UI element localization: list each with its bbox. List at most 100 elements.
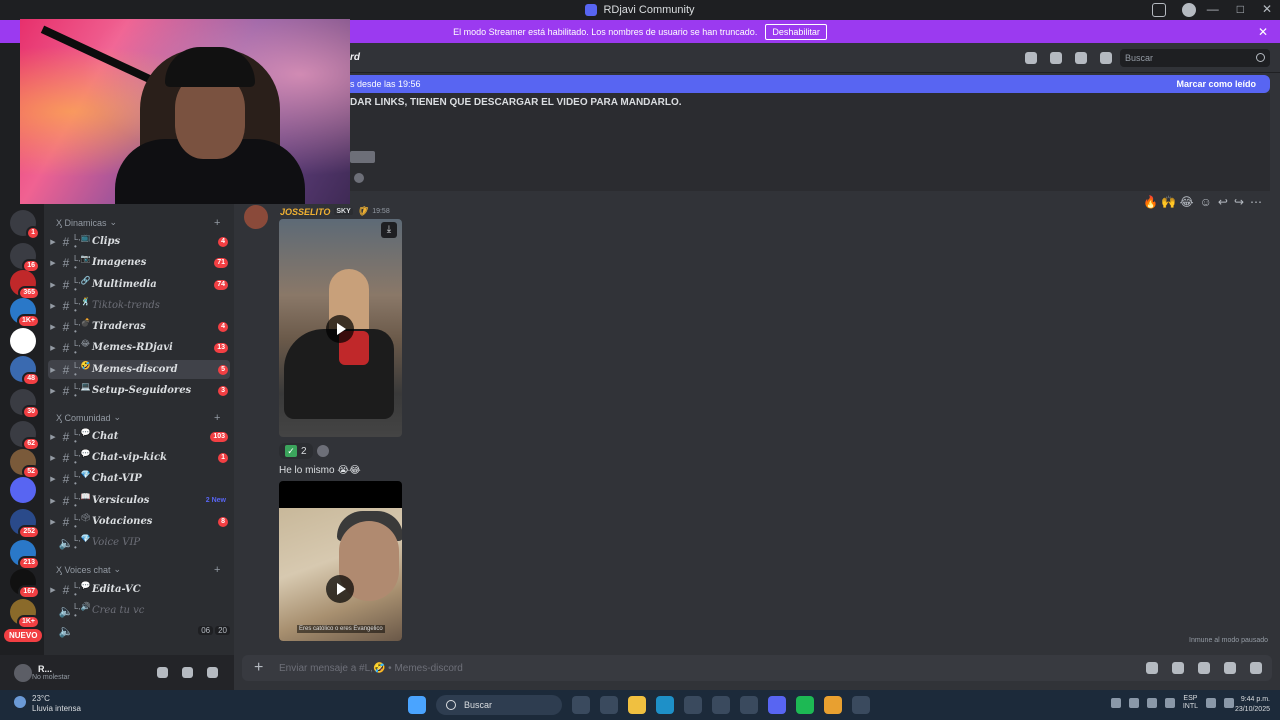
maximize-button[interactable]: □	[1237, 2, 1244, 16]
forward-icon[interactable]: ↪	[1234, 195, 1244, 209]
add-reaction-icon[interactable]: ☺	[1200, 195, 1212, 209]
minimize-button[interactable]: —	[1207, 2, 1219, 16]
gif-icon[interactable]	[1172, 662, 1184, 674]
expand-caret-icon[interactable]: ▶	[48, 586, 58, 594]
channel-chat-vip[interactable]: ▶ # L,💎 • Chat-VIP	[48, 469, 230, 488]
expand-caret-icon[interactable]: ▶	[48, 302, 58, 310]
server-icon[interactable]: 213	[10, 540, 40, 570]
play-button[interactable]	[326, 315, 354, 343]
add-channel-icon[interactable]: +	[214, 217, 220, 229]
threads-icon[interactable]	[1025, 52, 1037, 64]
download-icon[interactable]: ⤓	[381, 222, 397, 238]
disable-streamer-button[interactable]: Deshabilitar	[765, 23, 827, 40]
new-messages-bar[interactable]: s desde las 19:56 Marcar como leído	[350, 75, 1270, 93]
channel-chat-vip-kick[interactable]: ▶ # L,💬 • Chat-vip-kick 1	[48, 448, 230, 467]
server-icon[interactable]: 30	[10, 389, 40, 419]
channel-chat[interactable]: ▶ # L,💬 • Chat 103	[48, 427, 230, 446]
channel-setup-seguidores[interactable]: ▶ # L,💻 • Setup-Seguidores 3	[48, 381, 230, 400]
category-dinamicas[interactable]: Ӽ Dinamicas ⌄ +	[56, 217, 220, 229]
edge-icon[interactable]	[656, 696, 674, 714]
gift-icon[interactable]	[1146, 662, 1158, 674]
settings-gear-icon[interactable]	[207, 667, 218, 678]
expand-caret-icon[interactable]: ▶	[48, 366, 58, 374]
server-icon[interactable]: 62	[10, 421, 40, 451]
server-icon[interactable]: 252	[10, 509, 40, 539]
add-channel-icon[interactable]: +	[214, 412, 220, 424]
expand-caret-icon[interactable]: ▶	[48, 497, 58, 505]
reply-icon[interactable]: ↩	[1218, 195, 1228, 209]
expand-caret-icon[interactable]: ▶	[48, 454, 58, 462]
file-explorer-icon[interactable]	[628, 696, 646, 714]
expand-caret-icon[interactable]: ▶	[48, 518, 58, 526]
trio-haus-server-icon[interactable]	[10, 328, 36, 354]
video-attachment[interactable]: Eres católico o eres Evangelico	[279, 481, 402, 641]
network-icon[interactable]	[1128, 698, 1139, 708]
channel-memes-rdjavi[interactable]: ▶ # L,😂 • Memes-RDjavi 13	[48, 338, 230, 357]
weather-widget[interactable]: 23°C Lluvia intensa	[14, 694, 81, 714]
server-icon[interactable]: 48	[10, 356, 40, 386]
channel-multimedia[interactable]: ▶ # L,🔗 • Multimedia 74	[48, 275, 230, 294]
author-name[interactable]: JOSSELITO	[280, 207, 330, 217]
discord-icon[interactable]	[768, 696, 786, 714]
microphone-icon[interactable]	[1164, 698, 1175, 708]
origen-server-icon[interactable]: 167	[10, 569, 40, 599]
avatar[interactable]	[244, 205, 268, 229]
language-indicator[interactable]: ESP INTL	[1183, 695, 1198, 711]
expand-caret-icon[interactable]: ▶	[48, 238, 58, 246]
channel-tiktok-trends[interactable]: ▶ # L,🕺 • Tiktok-trends	[48, 296, 230, 315]
more-icon[interactable]: ⋯	[1250, 195, 1262, 209]
server-icon[interactable]: 16	[10, 243, 40, 273]
microphone-icon[interactable]	[157, 667, 168, 678]
server-icon[interactable]	[10, 477, 36, 503]
play-button[interactable]	[326, 575, 354, 603]
search-input[interactable]: Buscar	[1120, 49, 1270, 67]
expand-caret-icon[interactable]: ▶	[48, 259, 58, 267]
category-comunidad[interactable]: Ӽ Comunidad ⌄ +	[56, 412, 220, 424]
pin-icon[interactable]	[1075, 52, 1087, 64]
server-icon[interactable]: 365	[10, 270, 40, 300]
expand-caret-icon[interactable]: ▶	[48, 475, 58, 483]
channel-tiraderas[interactable]: ▶ # L,💣 • Tiraderas 4	[48, 317, 230, 336]
new-servers-pill[interactable]: NUEVO	[4, 629, 43, 642]
close-window-button[interactable]: ✕	[1262, 2, 1272, 16]
expand-caret-icon[interactable]: ▶	[48, 323, 58, 331]
voice-channel-row[interactable]: 🔈 06 20	[48, 621, 230, 640]
add-channel-icon[interactable]: +	[214, 564, 220, 576]
expand-caret-icon[interactable]: ▶	[48, 344, 58, 352]
volume-icon[interactable]	[1224, 698, 1234, 708]
taskbar-search[interactable]: Buscar	[436, 695, 562, 715]
app-icon[interactable]	[852, 696, 870, 714]
server-icon[interactable]: 1K+	[10, 599, 40, 629]
channel-versiculos[interactable]: ▶ # L,📖 • Versiculos 2 New	[48, 491, 230, 510]
category-voices-chat[interactable]: Ӽ Voices chat ⌄ +	[56, 564, 220, 576]
channel-imagenes[interactable]: ▶ # L,📷 • Imagenes 71	[48, 253, 230, 272]
spotify-icon[interactable]	[796, 696, 814, 714]
add-reaction-icon[interactable]	[316, 445, 329, 457]
inbox-icon[interactable]	[1152, 3, 1166, 17]
channel-clips[interactable]: ▶ # L,📺 • Clips 4	[48, 232, 230, 251]
chevron-up-icon[interactable]	[1110, 698, 1121, 708]
windows-start-icon[interactable]	[408, 696, 426, 714]
emoji-icon[interactable]	[1224, 662, 1236, 674]
add-reaction-icon[interactable]	[354, 173, 364, 183]
mark-as-read-button[interactable]: Marcar como leído	[1176, 79, 1256, 89]
video-attachment[interactable]: ⤓	[279, 219, 402, 437]
chrome-icon[interactable]	[824, 696, 842, 714]
channel-crea-tu-vc[interactable]: 🔈 L,🔊 • Crea tu vc	[48, 601, 230, 620]
wifi-icon[interactable]	[1206, 698, 1216, 708]
quick-reactions[interactable]: 🔥 🙌 😂	[1143, 195, 1194, 209]
apps-icon[interactable]	[1250, 662, 1262, 674]
channel-edita-vc[interactable]: ▶ # L,💬 • Edita-VC	[48, 580, 230, 599]
channel-votaciones[interactable]: ▶ # L,🗳 • Votaciones 8	[48, 512, 230, 531]
expand-caret-icon[interactable]: ▶	[48, 387, 58, 395]
reaction-check[interactable]: ✓ 2	[279, 443, 313, 459]
channel-memes-discord[interactable]: ▶ # L,🤣 • Memes-discord 5	[48, 360, 230, 379]
bell-icon[interactable]	[1050, 52, 1062, 64]
avatar[interactable]	[14, 663, 32, 682]
server-icon[interactable]: 1K+	[10, 298, 40, 328]
channel-voice-vip[interactable]: 🔈 L,💎 • Voice VIP	[48, 533, 230, 552]
copilot-icon[interactable]	[600, 696, 618, 714]
task-view-icon[interactable]	[572, 696, 590, 714]
expand-caret-icon[interactable]: ▶	[48, 281, 58, 289]
notification-icon[interactable]	[1146, 698, 1157, 708]
